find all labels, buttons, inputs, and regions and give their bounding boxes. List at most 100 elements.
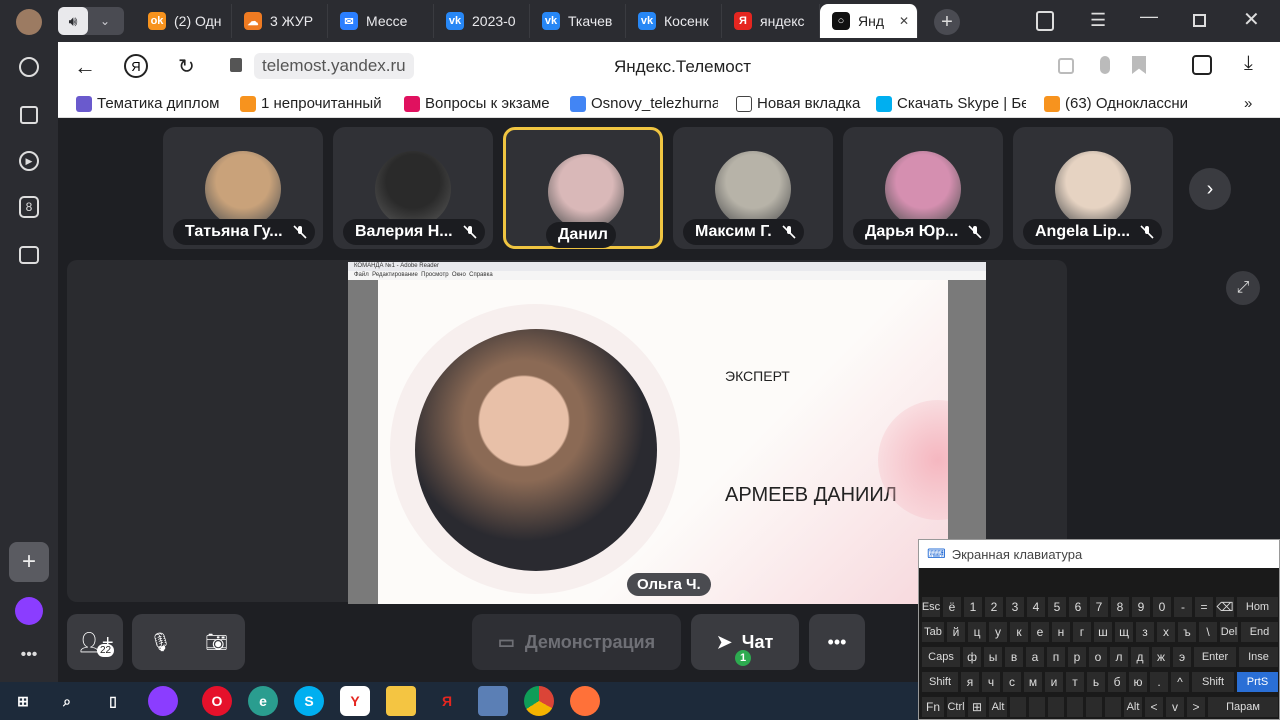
osk-key[interactable]: й bbox=[946, 621, 966, 643]
osk-key[interactable] bbox=[1104, 696, 1122, 718]
browser-tab[interactable]: vk 2023-0 bbox=[434, 4, 530, 38]
browser-tab[interactable]: vk Косенк bbox=[626, 4, 722, 38]
osk-key[interactable]: 1 bbox=[963, 596, 983, 618]
osk-key[interactable]: Shift bbox=[1191, 671, 1235, 693]
windows-start-icon[interactable]: ⊞ bbox=[8, 686, 38, 716]
alice-taskbar-icon[interactable] bbox=[148, 686, 178, 716]
menu-icon[interactable]: ☰ bbox=[1090, 10, 1106, 31]
osk-key[interactable]: ы bbox=[983, 646, 1003, 668]
osk-key[interactable]: Enter bbox=[1193, 646, 1237, 668]
osk-key[interactable]: 3 bbox=[1005, 596, 1025, 618]
browser-tab[interactable]: ok (2) Одн bbox=[136, 4, 232, 38]
tab-audio-button[interactable]: 🔊︎ ⌄ bbox=[58, 7, 124, 35]
network-app-icon[interactable] bbox=[478, 686, 508, 716]
file-explorer-icon[interactable] bbox=[386, 686, 416, 716]
osk-key[interactable]: ⊞ bbox=[967, 696, 987, 718]
fullscreen-button[interactable]: ⤢ bbox=[1226, 271, 1260, 305]
osk-key[interactable]: 2 bbox=[984, 596, 1004, 618]
bookmark-item[interactable]: Вопросы к экзаме bbox=[404, 95, 554, 112]
more-bookmarks-icon[interactable]: » bbox=[1244, 95, 1252, 112]
osk-key[interactable]: я bbox=[960, 671, 980, 693]
osk-key[interactable]: в bbox=[1004, 646, 1024, 668]
microphone-icon[interactable] bbox=[1100, 56, 1110, 74]
add-panel-button[interactable]: + bbox=[9, 542, 49, 582]
osk-key[interactable]: Shift bbox=[921, 671, 959, 693]
download-icon[interactable]: ⤓ bbox=[1244, 52, 1253, 75]
osk-key[interactable]: а bbox=[1025, 646, 1045, 668]
participant-tile[interactable]: Данил bbox=[503, 127, 663, 249]
osk-key[interactable]: Inse bbox=[1238, 646, 1279, 668]
osk-key[interactable]: ж bbox=[1151, 646, 1171, 668]
bookmark-item[interactable]: (63) Одноклассни bbox=[1044, 95, 1194, 112]
osk-key[interactable]: 0 bbox=[1152, 596, 1172, 618]
browser-tab[interactable]: Яяндекс bbox=[722, 4, 820, 38]
osk-key[interactable]: ф bbox=[962, 646, 982, 668]
participant-tile[interactable]: Максим Г. bbox=[673, 127, 833, 249]
osk-key[interactable]: ь bbox=[1086, 671, 1106, 693]
restore-icon[interactable] bbox=[1193, 14, 1206, 27]
screenshot-icon[interactable] bbox=[14, 240, 44, 270]
osk-key[interactable]: н bbox=[1051, 621, 1071, 643]
camera-off-icon[interactable]: 📷︎ bbox=[189, 632, 245, 653]
osk-key[interactable]: > bbox=[1186, 696, 1206, 718]
osk-key[interactable]: и bbox=[1044, 671, 1064, 693]
yandex-icon[interactable]: Я bbox=[432, 686, 462, 716]
osk-key[interactable]: 4 bbox=[1026, 596, 1046, 618]
browser-tab[interactable]: ○ Янд ✕ bbox=[820, 4, 918, 38]
osk-key[interactable]: PrtS bbox=[1236, 671, 1279, 693]
osk-key[interactable]: Парам bbox=[1207, 696, 1279, 718]
next-participants-button[interactable]: › bbox=[1189, 168, 1231, 210]
url-field[interactable]: telemost.yandex.ru bbox=[254, 53, 414, 79]
osk-key[interactable]: \ bbox=[1198, 621, 1218, 643]
osk-key[interactable]: ц bbox=[967, 621, 987, 643]
osk-key[interactable]: 6 bbox=[1068, 596, 1088, 618]
osk-key[interactable]: End bbox=[1240, 621, 1279, 643]
osk-key[interactable]: р bbox=[1067, 646, 1087, 668]
osk-key[interactable]: б bbox=[1107, 671, 1127, 693]
osk-key[interactable]: Alt bbox=[1123, 696, 1143, 718]
opera-icon[interactable]: O bbox=[202, 686, 232, 716]
osk-key[interactable]: г bbox=[1072, 621, 1092, 643]
osk-key[interactable]: ч bbox=[981, 671, 1001, 693]
more-icon[interactable]: ••• bbox=[14, 640, 44, 670]
osk-key[interactable]: ⌫ bbox=[1215, 596, 1235, 618]
osk-key[interactable] bbox=[1028, 696, 1046, 718]
bookmark-item[interactable]: Тематика диплом bbox=[76, 95, 226, 112]
task-view-icon[interactable]: ▯ bbox=[98, 686, 128, 716]
osk-key[interactable]: э bbox=[1172, 646, 1192, 668]
minimize-icon[interactable]: — bbox=[1140, 6, 1158, 27]
browser-tab[interactable]: ☁ 3 ЖУР bbox=[232, 4, 328, 38]
osk-key[interactable]: ъ bbox=[1177, 621, 1197, 643]
close-tab-icon[interactable]: ✕ bbox=[899, 14, 909, 28]
new-tab-button[interactable]: + bbox=[934, 9, 960, 35]
osk-key[interactable]: ш bbox=[1093, 621, 1113, 643]
osk-key[interactable]: Hom bbox=[1236, 596, 1279, 618]
osk-key[interactable]: ю bbox=[1128, 671, 1148, 693]
osk-key[interactable]: v bbox=[1165, 696, 1185, 718]
osk-key[interactable] bbox=[1047, 696, 1065, 718]
osk-key[interactable]: - bbox=[1173, 596, 1193, 618]
history-icon[interactable] bbox=[14, 52, 44, 82]
osk-key[interactable]: ^ bbox=[1170, 671, 1190, 693]
osk-key[interactable]: Del bbox=[1219, 621, 1239, 643]
osk-key[interactable]: с bbox=[1002, 671, 1022, 693]
collections-icon[interactable] bbox=[14, 100, 44, 130]
profile-avatar[interactable] bbox=[16, 9, 42, 35]
osk-key[interactable]: т bbox=[1065, 671, 1085, 693]
participant-tile[interactable]: Дарья Юр... bbox=[843, 127, 1003, 249]
osk-key[interactable]: д bbox=[1130, 646, 1150, 668]
extensions-icon[interactable] bbox=[1192, 55, 1212, 75]
counter-8-icon[interactable]: 8 bbox=[14, 192, 44, 222]
osk-key[interactable]: Tab bbox=[921, 621, 945, 643]
participant-tile[interactable]: Angela Lip... bbox=[1013, 127, 1173, 249]
browser-tab[interactable]: vk Ткачев bbox=[530, 4, 626, 38]
osk-key[interactable] bbox=[1066, 696, 1084, 718]
translate-icon[interactable] bbox=[1058, 58, 1074, 74]
osk-key[interactable]: = bbox=[1194, 596, 1214, 618]
yandex-browser-icon[interactable]: Y bbox=[340, 686, 370, 716]
chat-button[interactable]: ➤ Чат 1 bbox=[691, 614, 799, 670]
osk-key[interactable]: м bbox=[1023, 671, 1043, 693]
close-icon[interactable]: ✕ bbox=[1243, 7, 1260, 32]
osk-key[interactable]: к bbox=[1009, 621, 1029, 643]
browser-tab[interactable]: ✉ Мессе bbox=[328, 4, 434, 38]
